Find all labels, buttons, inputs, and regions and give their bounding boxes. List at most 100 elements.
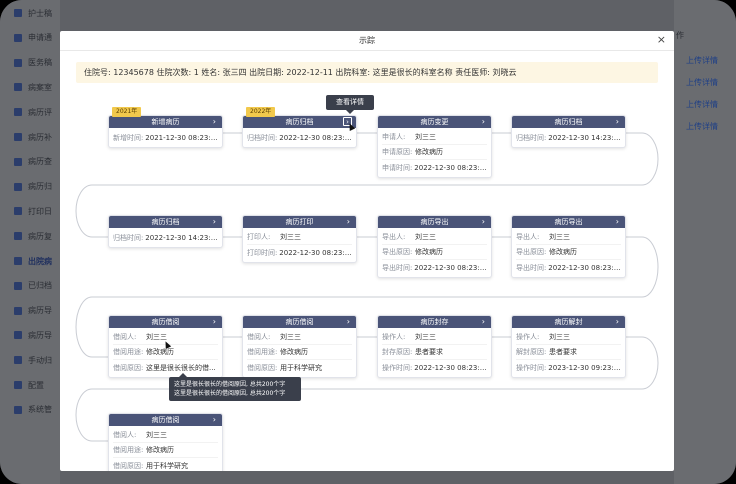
row-value: 2022-12-30 08:23:25 — [548, 263, 621, 272]
row-key: 借阅用途: — [113, 348, 144, 356]
sidebar-item-icon — [14, 157, 22, 166]
row-value: 2022-12-30 08:23:25 — [279, 133, 352, 142]
row-value: 用于科学研究 — [146, 461, 188, 470]
chevron-right-icon[interactable]: › — [616, 116, 619, 128]
chevron-right-icon[interactable]: › — [616, 316, 619, 328]
timeline-node-body: 操作人: 刘三三 解封原因: 患者要求 操作时间: 2023-12-30 09:23:25 — [512, 328, 625, 377]
sidebar-item[interactable]: 系统管 — [14, 403, 52, 417]
sidebar-item-label: 病案室 — [28, 82, 52, 92]
sidebar-item-label: 打印日 — [28, 206, 52, 216]
chevron-right-icon[interactable]: › — [482, 116, 485, 128]
timeline-node: 病历变更 › 申请人: 刘三三 申请原因: 修改病历 申请时间: 2022-12-30 08:… — [377, 115, 492, 178]
view-detail-tooltip: 查看详情 — [326, 95, 374, 114]
sidebar-item[interactable]: 病历归 — [14, 180, 52, 194]
row-key: 归档时间: — [113, 233, 144, 242]
timeline-node-row: 借阅原因: 用于科学研究 — [113, 458, 218, 471]
sidebar-item[interactable]: 手动归 — [14, 353, 52, 367]
sidebar-item-icon — [14, 83, 22, 92]
sidebar-item[interactable]: 护士稿 — [14, 6, 52, 20]
upload-detail-link[interactable]: 上传详情 — [686, 77, 718, 88]
sidebar-item-icon — [14, 381, 22, 389]
upload-detail-link[interactable]: 上传详情 — [686, 99, 718, 110]
chevron-right-icon[interactable]: › — [213, 414, 216, 426]
sidebar-item[interactable]: 病历导 — [14, 328, 52, 342]
timeline-node-header: 病历导出 › — [512, 216, 625, 228]
timeline-node-title: 病历借阅 — [151, 318, 180, 326]
timeline-node-title: 病历借阅 — [285, 318, 314, 326]
sidebar-item-label: 出院病 — [28, 256, 52, 266]
row-value: 刘三三 — [146, 431, 167, 439]
timeline-node-row: 归档时间: 2022-12-30 08:23:25 — [247, 130, 352, 145]
row-key: 操作时间: — [382, 363, 413, 372]
sidebar-item-icon — [14, 207, 22, 216]
row-key: 借阅用途: — [113, 446, 144, 454]
screen: 护士稿 申请通 医务稿 病案室 病历评 病历补 病历查 病历归 打印日 病历复 出院病 已归档 病历导病… — [0, 0, 736, 484]
chevron-right-icon[interactable]: › — [482, 316, 485, 328]
row-key: 操作时间: — [516, 363, 547, 372]
sidebar-item-label: 医务稿 — [28, 58, 52, 68]
upload-detail-link[interactable]: 上传详情 — [686, 55, 718, 66]
chevron-right-icon[interactable]: › — [616, 216, 619, 228]
row-value: 刘三三 — [280, 333, 301, 341]
timeline-node-row: 申请时间: 2022-12-30 08:23:25 — [382, 160, 487, 175]
row-value: 患者要求 — [549, 348, 577, 356]
timeline-node-body: 归档时间: 2022-12-30 14:23:25 — [109, 228, 222, 247]
timeline-node-header: 新增病历 › — [109, 116, 222, 128]
chevron-right-icon[interactable]: › — [213, 216, 216, 228]
timeline-node-row: 操作时间: 2023-12-30 09:23:25 — [516, 360, 621, 375]
timeline-node: 病历归档 › 归档时间: 2022-12-30 08:23:25 — [242, 115, 357, 148]
sidebar-item-label: 病历补 — [28, 132, 52, 142]
sidebar-item[interactable]: 病历查 — [14, 155, 52, 169]
chevron-right-icon[interactable]: › — [347, 216, 350, 228]
row-value: 用于科学研究 — [280, 363, 322, 372]
row-value: 2022-12-30 08:23:25 — [414, 263, 487, 272]
row-key: 申请人: — [382, 133, 406, 141]
timeline-node-header: 病历导出 › — [378, 216, 491, 228]
sidebar-item[interactable]: 病历评 — [14, 105, 52, 119]
sidebar-item[interactable]: 病历导 — [14, 304, 52, 318]
timeline-node-row: 申请人: 刘三三 — [382, 130, 487, 145]
row-key: 借阅人: — [113, 431, 137, 439]
upload-detail-link[interactable]: 上传详情 — [686, 121, 718, 132]
timeline-node-row: 操作时间: 2022-12-30 08:23:25 — [382, 360, 487, 375]
chevron-right-icon[interactable]: › — [347, 316, 350, 328]
sidebar-item[interactable]: 病历补 — [14, 130, 52, 144]
sidebar-item-icon — [14, 33, 22, 42]
timeline-node: 新增病历 › 新增时间: 2021-12-30 08:23:25 — [108, 115, 223, 148]
timeline-node: 病历导出 › 导出人: 刘三三 导出原因: 修改病历 导出时间: 2022-12-30 08:… — [511, 215, 626, 278]
row-key: 打印时间: — [247, 248, 278, 257]
timeline-node: 病历导出 › 导出人: 刘三三 导出原因: 修改病历 导出时间: 2022-12-30 08:… — [377, 215, 492, 278]
row-value: 修改病历 — [549, 248, 577, 256]
sidebar-item-label: 已归档 — [28, 281, 52, 291]
sidebar-item-icon — [14, 257, 22, 265]
sidebar-item[interactable]: 出院病 — [14, 254, 52, 268]
sidebar-item-label: 病历复 — [28, 231, 52, 241]
row-key: 解封原因: — [516, 348, 547, 356]
row-value: 刘三三 — [549, 333, 570, 341]
sidebar-item-icon — [14, 9, 22, 17]
sidebar-item[interactable]: 病历复 — [14, 229, 52, 243]
sidebar-item-label: 配置 — [28, 380, 44, 390]
chevron-right-icon[interactable]: › — [213, 316, 216, 328]
background-column-header: 作 — [676, 31, 684, 40]
chevron-right-icon[interactable]: › — [213, 116, 216, 128]
chevron-right-icon[interactable]: › — [482, 216, 485, 228]
sidebar-item[interactable]: 配置 — [14, 378, 44, 392]
timeline-node-row: 借阅用途: 修改病历 — [113, 443, 218, 458]
timeline-node-title: 病历导出 — [554, 218, 583, 226]
sidebar-item[interactable]: 已归档 — [14, 279, 52, 293]
sidebar-item[interactable]: 申请通 — [14, 31, 52, 45]
row-key: 借阅原因: — [247, 363, 278, 372]
timeline-node-title: 病历打印 — [285, 218, 314, 226]
timeline-node-header: 病历变更 › — [378, 116, 491, 128]
sidebar-item[interactable]: 病案室 — [14, 80, 52, 94]
timeline-node-row: 导出时间: 2022-12-30 08:23:25 — [516, 260, 621, 275]
row-key: 借阅人: — [247, 333, 271, 341]
sidebar-item[interactable]: 医务稿 — [14, 56, 52, 70]
timeline-node-header: 病历借阅 › — [109, 414, 222, 426]
sidebar-item[interactable]: 打印日 — [14, 204, 52, 218]
timeline-node-row: 借阅人: 刘三三 — [247, 330, 352, 345]
sidebar-item-label: 病历查 — [28, 157, 52, 167]
sidebar-item-icon — [14, 108, 22, 117]
timeline-node-row: 借阅原因: 这里是很长很长的借... — [113, 360, 218, 375]
